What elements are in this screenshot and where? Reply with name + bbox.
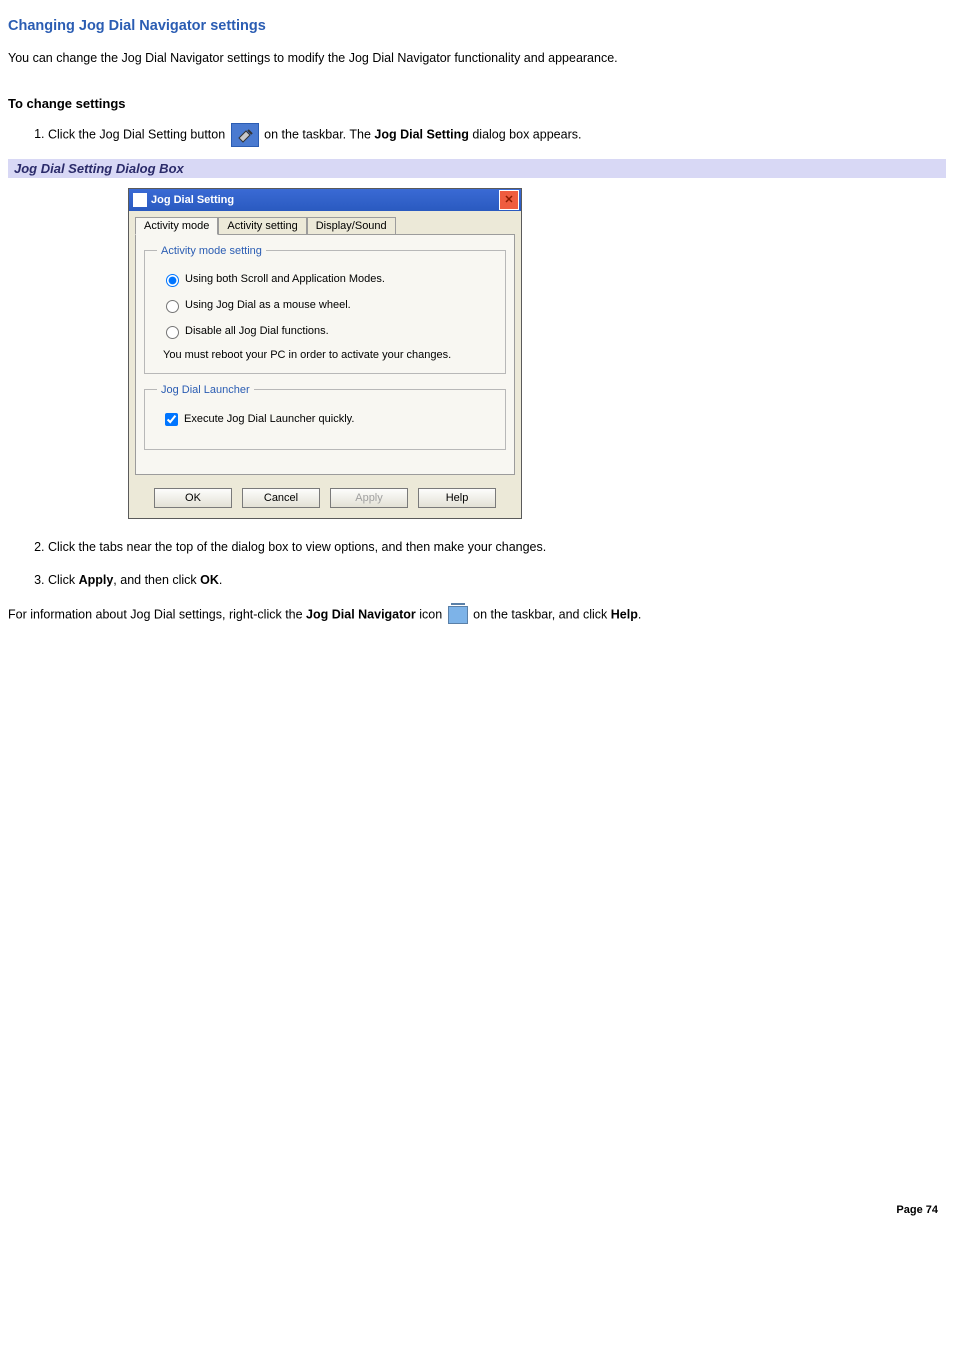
tail-a: For information about Jog Dial settings,… — [8, 607, 306, 621]
step3-d: OK — [200, 573, 219, 587]
radio-mouse-wheel-label: Using Jog Dial as a mouse wheel. — [185, 299, 351, 311]
step1-text-b: on the taskbar. The — [264, 127, 374, 141]
jog-dial-setting-icon — [231, 123, 259, 147]
step1-text-c: dialog box appears. — [472, 127, 581, 141]
intro-text: You can change the Jog Dial Navigator se… — [8, 50, 946, 68]
activity-mode-fieldset: Activity mode setting Using both Scroll … — [144, 245, 506, 374]
tab-activity-mode[interactable]: Activity mode — [135, 217, 218, 235]
figure-caption: Jog Dial Setting Dialog Box — [8, 159, 946, 178]
tab-display-sound[interactable]: Display/Sound — [307, 217, 396, 235]
step3-e: . — [219, 573, 222, 587]
tail-f: . — [638, 607, 641, 621]
radio-both-modes-label: Using both Scroll and Application Modes. — [185, 273, 385, 285]
radio-disable-all[interactable] — [166, 326, 179, 339]
checkbox-launcher-quickly[interactable] — [165, 413, 178, 426]
tail-d: on the taskbar, and click — [473, 607, 611, 621]
dialog-tabs: Activity mode Activity setting Display/S… — [129, 211, 521, 235]
tail-e: Help — [611, 607, 638, 621]
tail-b: Jog Dial Navigator — [306, 607, 416, 621]
step3-a: Click — [48, 573, 79, 587]
radio-disable-all-label: Disable all Jog Dial functions. — [185, 325, 329, 337]
tail-c: icon — [416, 607, 446, 621]
dialog-app-icon — [133, 193, 147, 207]
radio-both-modes[interactable] — [166, 274, 179, 287]
jog-dial-setting-dialog: Jog Dial Setting ✕ Activity mode Activit… — [128, 188, 522, 519]
step1-bold: Jog Dial Setting — [374, 127, 468, 141]
jog-dial-launcher-fieldset: Jog Dial Launcher Execute Jog Dial Launc… — [144, 384, 506, 450]
jog-dial-navigator-icon — [448, 606, 468, 624]
page-title: Changing Jog Dial Navigator settings — [8, 18, 946, 34]
dialog-titlebar: Jog Dial Setting ✕ — [129, 189, 521, 211]
radio-mouse-wheel[interactable] — [166, 300, 179, 313]
tail-paragraph: For information about Jog Dial settings,… — [8, 606, 946, 624]
section-subhead: To change settings — [8, 96, 946, 111]
close-icon[interactable]: ✕ — [499, 190, 519, 210]
help-button[interactable]: Help — [418, 488, 496, 508]
cancel-button[interactable]: Cancel — [242, 488, 320, 508]
step1-text-a: Click the Jog Dial Setting button — [48, 127, 229, 141]
dialog-button-row: OK Cancel Apply Help — [129, 482, 521, 518]
step-3: Click Apply, and then click OK. — [48, 572, 946, 590]
reboot-hint: You must reboot your PC in order to acti… — [163, 349, 495, 361]
step-2: Click the tabs near the top of the dialo… — [48, 539, 946, 557]
step3-c: , and then click — [113, 573, 200, 587]
tab-content: Activity mode setting Using both Scroll … — [135, 234, 515, 475]
page-number: Page 74 — [8, 1204, 946, 1216]
ok-button[interactable]: OK — [154, 488, 232, 508]
step3-b: Apply — [79, 573, 114, 587]
jog-dial-launcher-legend: Jog Dial Launcher — [157, 384, 254, 396]
tab-activity-setting[interactable]: Activity setting — [218, 217, 306, 235]
step-1: Click the Jog Dial Setting button on the… — [48, 123, 946, 147]
dialog-title: Jog Dial Setting — [151, 194, 234, 206]
activity-mode-legend: Activity mode setting — [157, 245, 266, 257]
apply-button[interactable]: Apply — [330, 488, 408, 508]
checkbox-launcher-quickly-label: Execute Jog Dial Launcher quickly. — [184, 413, 354, 425]
